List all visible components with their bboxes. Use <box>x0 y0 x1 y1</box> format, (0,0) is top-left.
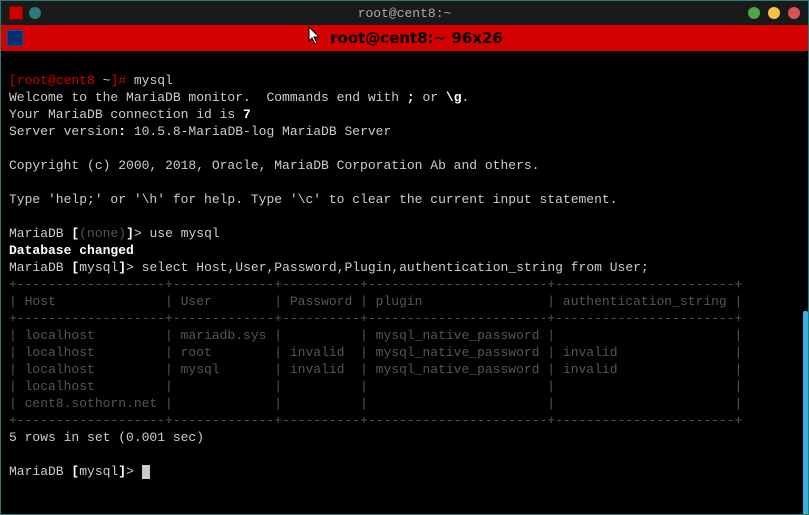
prompt-bracket-open: [ <box>9 73 17 88</box>
table-border-top: +-------------------+-------------+-----… <box>9 277 742 292</box>
table-row: | localhost | mysql | invalid | mysql_na… <box>9 362 742 377</box>
table-row: | cent8.sothorn.net | | | | | <box>9 396 742 411</box>
text-cursor <box>142 465 150 479</box>
welcome-line2a: Your MariaDB connection id is <box>9 107 243 122</box>
terminal-viewport[interactable]: [root@cent8 ~]# mysql Welcome to the Mar… <box>1 51 808 514</box>
tabbar: root@cent8:~ 96x26 <box>1 25 808 51</box>
shell-cmd: mysql <box>134 73 173 88</box>
mariadb-prompt-1-pre: MariaDB <box>9 226 71 241</box>
table-header: | Host | User | Password | plugin | auth… <box>9 294 742 309</box>
titlebar[interactable]: root@cent8:~ <box>1 1 808 25</box>
new-tab-icon[interactable] <box>29 7 41 19</box>
window-controls <box>748 7 800 19</box>
window-title: root@cent8:~ <box>358 6 452 21</box>
table-row: | localhost | | | | | <box>9 379 742 394</box>
close-button[interactable] <box>788 7 800 19</box>
titlebar-left <box>9 6 41 20</box>
table-border-bottom: +-------------------+-------------+-----… <box>9 413 742 428</box>
tab-title[interactable]: root@cent8:~ 96x26 <box>330 29 503 47</box>
db-changed: Database changed <box>9 243 134 258</box>
copyright: Copyright (c) 2000, 2018, Oracle, MariaD… <box>9 158 540 173</box>
welcome-line3a: Server version <box>9 124 118 139</box>
maximize-button[interactable] <box>768 7 780 19</box>
table-border-mid: +-------------------+-------------+-----… <box>9 311 742 326</box>
mariadb-prompt-3-pre: MariaDB <box>9 464 71 479</box>
mariadb-cmd-1: use mysql <box>150 226 220 241</box>
help-line: Type 'help;' or '\h' for help. Type '\c'… <box>9 192 618 207</box>
tab-terminal-icon[interactable] <box>7 30 23 46</box>
terminal-window: root@cent8:~ root@cent8:~ 96x26 [root@ce… <box>0 0 809 515</box>
prompt-path: ~ <box>95 73 111 88</box>
prompt-userhost: root@cent8 <box>17 73 95 88</box>
welcome-line1a: Welcome to the MariaDB monitor. Commands… <box>9 90 407 105</box>
prompt-bracket-close: ]# <box>110 73 133 88</box>
table-row: | localhost | root | invalid | mysql_nat… <box>9 345 742 360</box>
table-row: | localhost | mariadb.sys | | mysql_nati… <box>9 328 742 343</box>
scrollbar[interactable] <box>803 311 808 514</box>
mariadb-prompt-2-pre: MariaDB <box>9 260 71 275</box>
mariadb-cmd-2: select Host,User,Password,Plugin,authent… <box>142 260 649 275</box>
app-icon <box>9 6 23 20</box>
minimize-button[interactable] <box>748 7 760 19</box>
rows-footer: 5 rows in set (0.001 sec) <box>9 430 204 445</box>
